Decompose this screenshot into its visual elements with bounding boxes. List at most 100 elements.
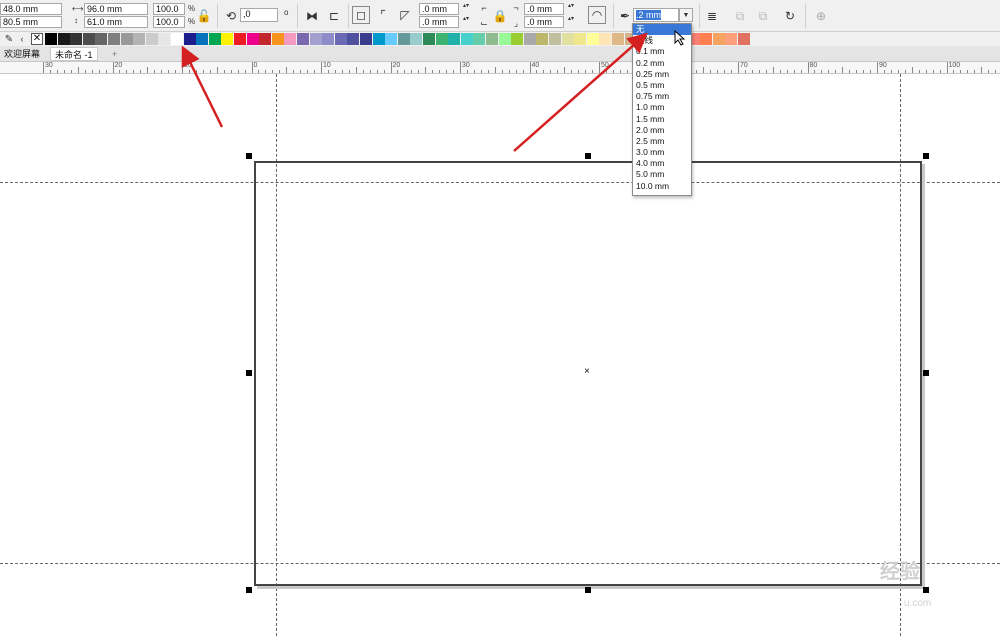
convert-to-curves-icon[interactable]: ↻: [781, 7, 799, 25]
spinner-arrows-icon[interactable]: ▴▾: [461, 3, 471, 15]
color-swatch[interactable]: [511, 33, 524, 45]
corner-radius-top-left-field[interactable]: .0 mm: [419, 3, 459, 15]
outline-width-option[interactable]: 2.5 mm: [633, 136, 691, 147]
color-swatch[interactable]: [347, 33, 360, 45]
scale-y-field[interactable]: 100.0: [153, 16, 185, 28]
color-swatch[interactable]: [309, 33, 322, 45]
color-swatch[interactable]: [284, 33, 297, 45]
outline-width-option[interactable]: 0.2 mm: [633, 58, 691, 69]
new-tab-button[interactable]: +: [108, 47, 121, 61]
color-swatch[interactable]: [599, 33, 612, 45]
corner-radius-bottom-right-field[interactable]: .0 mm: [524, 16, 564, 28]
color-swatch[interactable]: [372, 33, 385, 45]
object-height-field[interactable]: 61.0 mm: [84, 16, 148, 28]
color-swatch[interactable]: [158, 33, 171, 45]
color-swatch[interactable]: [561, 33, 574, 45]
rotation-angle-field[interactable]: ,0: [240, 8, 278, 22]
outline-width-option[interactable]: 3.0 mm: [633, 147, 691, 158]
color-swatch[interactable]: [171, 33, 183, 45]
color-swatch[interactable]: [133, 33, 146, 45]
color-swatch[interactable]: [385, 33, 398, 45]
color-swatch[interactable]: [259, 33, 272, 45]
color-swatch[interactable]: [208, 33, 221, 45]
selection-handle[interactable]: [923, 153, 929, 159]
lock-ratio-icon[interactable]: 🔓: [197, 7, 212, 25]
selection-handle[interactable]: [246, 153, 252, 159]
corner-radius-top-right-field[interactable]: .0 mm: [524, 3, 564, 15]
color-swatch[interactable]: [498, 33, 511, 45]
outline-width-option[interactable]: 4.0 mm: [633, 158, 691, 169]
position-y-field[interactable]: 80.5 mm: [0, 16, 62, 28]
color-swatch[interactable]: [246, 33, 259, 45]
color-swatch[interactable]: [334, 33, 347, 45]
mirror-vertical-icon[interactable]: ⊏: [325, 7, 343, 25]
selection-handle[interactable]: [585, 587, 591, 593]
color-swatch[interactable]: [700, 33, 713, 45]
color-swatch[interactable]: [271, 33, 284, 45]
spinner-arrows-icon[interactable]: ▴▾: [461, 16, 471, 28]
color-swatch[interactable]: [45, 33, 57, 45]
color-swatch[interactable]: [70, 33, 83, 45]
spinner-arrows-icon[interactable]: ▴▾: [566, 16, 576, 28]
scale-x-field[interactable]: 100.0: [153, 3, 185, 15]
chevron-down-icon[interactable]: ▼: [679, 8, 693, 22]
outline-width-option[interactable]: 0.75 mm: [633, 91, 691, 102]
wrap-text-icon[interactable]: ≣: [703, 7, 721, 25]
outline-width-option[interactable]: 5.0 mm: [633, 169, 691, 180]
color-swatch[interactable]: [95, 33, 108, 45]
rotation-center-icon[interactable]: ×: [584, 367, 590, 377]
color-swatch[interactable]: [448, 33, 461, 45]
chamfered-corner-icon[interactable]: ◸: [396, 6, 414, 24]
color-swatch[interactable]: [435, 33, 448, 45]
relative-corner-scaling-icon[interactable]: ◠: [588, 6, 606, 24]
color-swatch[interactable]: [360, 33, 372, 45]
object-width-field[interactable]: 96.0 mm: [84, 3, 148, 15]
outline-width-combo[interactable]: .2 mm: [633, 8, 679, 22]
color-swatch[interactable]: [410, 33, 423, 45]
color-swatch[interactable]: [183, 33, 196, 45]
selection-handle[interactable]: [246, 370, 252, 376]
color-swatch[interactable]: [536, 33, 549, 45]
color-swatch[interactable]: [549, 33, 561, 45]
outline-width-option[interactable]: 1.0 mm: [633, 102, 691, 113]
color-swatch[interactable]: [234, 33, 246, 45]
position-x-field[interactable]: 48.0 mm: [0, 3, 62, 15]
color-swatch[interactable]: [612, 33, 624, 45]
outline-width-option[interactable]: 0.5 mm: [633, 80, 691, 91]
color-swatch[interactable]: [486, 33, 498, 45]
round-corner-icon[interactable]: ◻: [352, 6, 370, 24]
color-swatch[interactable]: [82, 33, 95, 45]
selection-handle[interactable]: [585, 153, 591, 159]
color-swatch[interactable]: [196, 33, 209, 45]
mirror-horizontal-icon[interactable]: ⧓: [303, 7, 321, 25]
tab-untitled-document[interactable]: 未命名 -1: [50, 47, 98, 61]
corner-radius-bottom-left-field[interactable]: .0 mm: [419, 16, 459, 28]
outline-width-option[interactable]: 1.5 mm: [633, 114, 691, 125]
no-color-swatch[interactable]: ✕: [31, 33, 43, 45]
outline-width-option[interactable]: 0.25 mm: [633, 69, 691, 80]
front-of-layer-icon[interactable]: ⧉: [731, 7, 749, 25]
selection-handle[interactable]: [923, 370, 929, 376]
horizontal-ruler[interactable]: 3020100102030405060708090100: [0, 62, 1000, 74]
spinner-arrows-icon[interactable]: ▴▾: [566, 3, 576, 15]
color-swatch[interactable]: [397, 33, 410, 45]
color-swatch[interactable]: [108, 33, 120, 45]
color-swatch[interactable]: [57, 33, 70, 45]
color-swatch[interactable]: [423, 33, 435, 45]
color-swatch[interactable]: [574, 33, 587, 45]
color-swatch[interactable]: [712, 33, 725, 45]
color-swatch[interactable]: [322, 33, 335, 45]
color-swatch[interactable]: [460, 33, 473, 45]
color-swatch[interactable]: [725, 33, 738, 45]
lock-corners-icon[interactable]: 🔒: [493, 7, 508, 25]
outline-width-option[interactable]: 0.1 mm: [633, 46, 691, 57]
scalloped-corner-icon[interactable]: ⌜: [374, 6, 392, 24]
color-swatch[interactable]: [297, 33, 309, 45]
color-swatch[interactable]: [738, 33, 750, 45]
tab-welcome-screen[interactable]: 欢迎屏幕: [0, 47, 44, 61]
color-swatch[interactable]: [586, 33, 599, 45]
color-swatch[interactable]: [145, 33, 158, 45]
color-swatch[interactable]: [120, 33, 133, 45]
color-swatch[interactable]: [473, 33, 486, 45]
back-of-layer-icon[interactable]: ⧉: [754, 7, 772, 25]
